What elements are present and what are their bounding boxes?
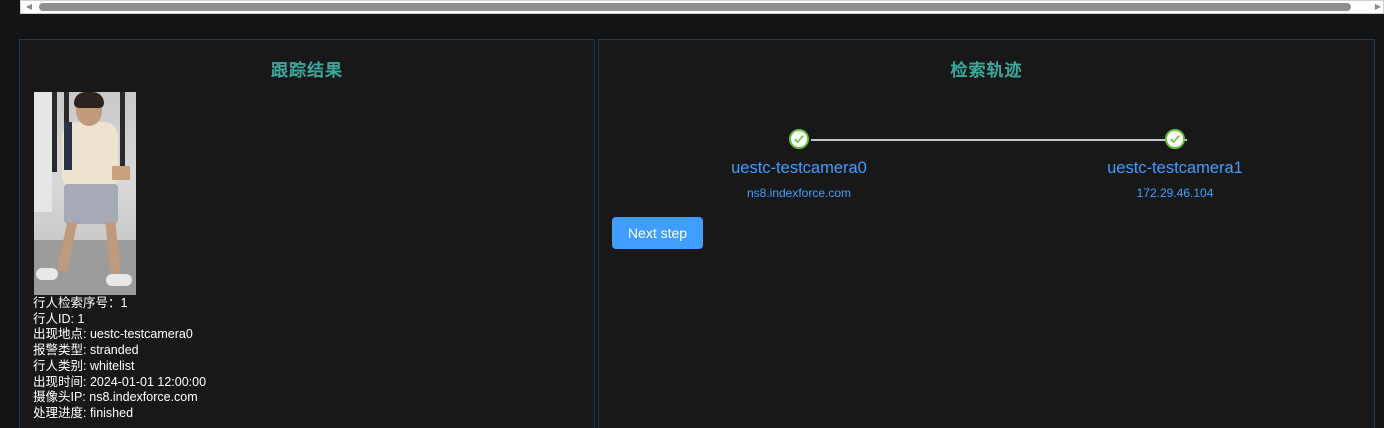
info-label: 出现时间:: [33, 374, 90, 389]
info-value: stranded: [89, 343, 139, 358]
person-info-list: 行人检索序号：1 行人ID: 1 出现地点: uestc-testcamera0…: [33, 296, 206, 422]
info-value: 1: [120, 296, 128, 310]
scroll-right-icon[interactable]: ▶: [1372, 2, 1384, 12]
info-value: 2024-01-01 12:00:00: [89, 374, 207, 389]
horizontal-scrollbar[interactable]: ◀ ▶: [20, 0, 1384, 14]
info-label: 行人ID:: [33, 311, 78, 326]
photo-figure: [64, 184, 118, 224]
scrollbar-thumb[interactable]: [39, 3, 1351, 11]
check-icon: [789, 129, 809, 149]
info-row-progress: 处理进度: finished: [33, 406, 206, 422]
search-trajectory-panel: 检索轨迹 uestc-testcamera0 ns8.indexforce.co…: [598, 39, 1375, 428]
photo-figure: [64, 122, 72, 170]
photo-background: [52, 92, 57, 172]
check-icon: [1165, 129, 1185, 149]
tracking-result-title: 跟踪结果: [271, 61, 343, 81]
info-label: 行人检索序号：: [33, 296, 121, 310]
info-row-camera-ip: 摄像头IP: ns8.indexforce.com: [33, 390, 206, 406]
search-trajectory-title: 检索轨迹: [950, 61, 1023, 81]
info-row-alarm-type: 报警类型: stranded: [33, 343, 206, 359]
step-camera-ip: 172.29.46.104: [1136, 186, 1214, 200]
info-row-time: 出现时间: 2024-01-01 12:00:00: [33, 375, 206, 391]
info-row-person-category: 行人类别: whitelist: [33, 359, 206, 375]
trajectory-step-1: uestc-testcamera1 172.29.46.104: [1055, 129, 1295, 200]
info-label: 处理进度:: [33, 405, 90, 420]
step-camera-name: uestc-testcamera1: [1107, 159, 1243, 177]
person-photo: [34, 92, 136, 295]
info-label: 报警类型:: [33, 343, 90, 358]
info-value: ns8.indexforce.com: [89, 390, 198, 405]
tracking-result-panel: 跟踪结果 行人检索序号：1 行人ID: 1 出现地点: uestc-testca…: [19, 39, 595, 428]
info-value: finished: [89, 405, 134, 420]
info-label: 摄像头IP:: [33, 390, 90, 405]
trajectory-step-0: uestc-testcamera0 ns8.indexforce.com: [679, 129, 919, 200]
info-value: whitelist: [89, 358, 135, 373]
photo-background: [34, 92, 52, 212]
photo-figure: [106, 274, 132, 286]
info-row-person-id: 行人ID: 1: [33, 312, 206, 328]
info-row-search-index: 行人检索序号：1: [33, 296, 206, 312]
next-step-button[interactable]: Next step: [612, 217, 703, 249]
photo-figure: [74, 92, 104, 108]
info-value: uestc-testcamera0: [89, 327, 193, 342]
photo-background: [120, 92, 125, 172]
page: ◀ ▶ 跟踪结果 行人检索序号：1 行人ID: 1 出现地点: uestc-te…: [0, 0, 1384, 428]
info-row-location: 出现地点: uestc-testcamera0: [33, 327, 206, 343]
step-camera-ip: ns8.indexforce.com: [746, 186, 852, 200]
photo-figure: [36, 268, 58, 280]
info-value: 1: [77, 311, 85, 326]
step-camera-name: uestc-testcamera0: [731, 159, 867, 177]
scroll-left-icon[interactable]: ◀: [23, 2, 35, 12]
photo-figure: [112, 166, 130, 180]
info-label: 行人类别:: [33, 358, 90, 373]
info-label: 出现地点:: [33, 327, 90, 342]
